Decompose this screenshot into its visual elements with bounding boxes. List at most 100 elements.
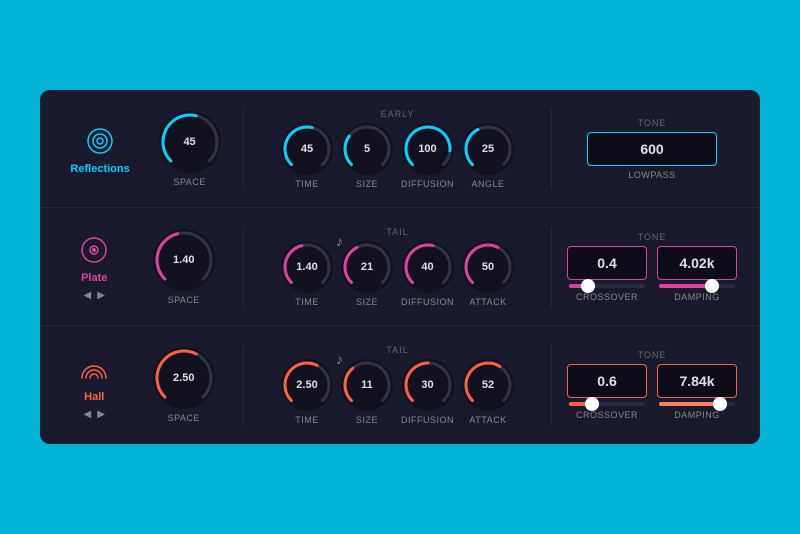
- slider-group-hall-0[interactable]: [567, 402, 647, 406]
- knob-label-reflections-time: Time: [295, 179, 319, 189]
- preset-label-hall: Hall: [84, 391, 104, 403]
- knob-plate-size[interactable]: 21: [341, 241, 393, 293]
- mid-panel-hall: TAIL♪ 2.50Time 11Size 30Diffusion 52Atta…: [243, 345, 552, 425]
- knob-container-hall-2: 30 Diffusion: [401, 359, 454, 425]
- tone-box-hall-1[interactable]: 7.84k: [657, 364, 737, 398]
- tone-box-hall-0[interactable]: 0.6: [567, 364, 647, 398]
- knob-hall-size[interactable]: 11: [341, 359, 393, 411]
- knob-label-plate-size: Size: [356, 297, 378, 307]
- knob-reflections-size[interactable]: 5: [341, 123, 393, 175]
- knob-value-reflections-angle: 25: [482, 143, 494, 155]
- knob-value-reflections-diffusion: 100: [418, 143, 436, 155]
- knob-group-hall-attack: 52 Attack: [462, 359, 514, 425]
- knob-group-plate-size: 21 Size: [341, 241, 393, 307]
- knob-value-plate-attack: 50: [482, 261, 494, 273]
- tone-box-reflections-0[interactable]: 600: [587, 132, 717, 166]
- mid-panel-reflections: EARLY 45 Time 5 Size 100 Diffusion 25Angle: [243, 109, 552, 189]
- knob-plate-attack[interactable]: 50: [462, 241, 514, 293]
- knob-group-plate-attack: 50Attack: [462, 241, 514, 307]
- knob-label-hall-diffusion: Diffusion: [401, 415, 454, 425]
- knob-label-plate-diffusion: Diffusion: [401, 297, 454, 307]
- knob-container-hall-0: ♪ 2.50Time: [281, 359, 333, 425]
- hall-icon: [76, 351, 112, 387]
- plate-icon: [76, 232, 112, 268]
- tone-display-plate-0: 0.4 Crossover: [567, 246, 647, 302]
- preset-info-reflections: Reflections: [70, 123, 129, 175]
- tone-label-plate-0: Crossover: [576, 292, 638, 302]
- nav-arrows-hall: ◀▶: [84, 409, 105, 420]
- tone-section-label-plate: TONE: [638, 232, 667, 242]
- tone-box-plate-0[interactable]: 0.4: [567, 246, 647, 280]
- tone-displays-reflections: 600 Lowpass: [587, 132, 717, 180]
- preset-label-plate: Plate: [81, 272, 107, 284]
- row-hall: Hall◀▶ 2.50SpaceTAIL♪ 2.50Time 11Size 30…: [40, 326, 760, 444]
- knob-container-hall-3: 52 Attack: [462, 359, 514, 425]
- knob-hall-time[interactable]: 2.50: [281, 359, 333, 411]
- tone-box-plate-1[interactable]: 4.02k: [657, 246, 737, 280]
- knob-container-plate-2: 40 Diffusion: [401, 241, 454, 307]
- tone-section-label-hall: TONE: [638, 350, 667, 360]
- knob-label-hall-time: Time: [295, 415, 319, 425]
- left-panel-plate: Plate ◀ ▶ 1.40 Space: [48, 229, 243, 305]
- space-label-hall: Space: [168, 413, 200, 423]
- nav-left-hall[interactable]: ◀: [84, 409, 92, 420]
- knobs-row-hall: ♪ 2.50Time 11Size 30Diffusion 52Attack: [281, 359, 514, 425]
- knob-plate-diffusion[interactable]: 40: [402, 241, 454, 293]
- slider-thumb-plate-0: [581, 279, 595, 293]
- mid-panel-plate: TAIL♪ 1.40Time 21Size 40Diffusion 50Atta…: [243, 227, 552, 307]
- knob-hall-attack[interactable]: 52: [462, 359, 514, 411]
- nav-right-plate[interactable]: ▶: [97, 290, 105, 301]
- preset-info-plate: Plate ◀ ▶: [76, 232, 112, 301]
- slider-group-hall-1[interactable]: [657, 402, 737, 406]
- space-value-plate: 1.40: [173, 254, 194, 266]
- knob-value-hall-attack: 52: [482, 379, 494, 391]
- preset-label-reflections: Reflections: [70, 163, 129, 175]
- knob-value-reflections-size: 5: [364, 143, 370, 155]
- knobs-row-plate: ♪ 1.40Time 21Size 40Diffusion 50Attack: [281, 241, 514, 307]
- plugin-container: Reflections 45SpaceEARLY 45Time 5Size 10…: [40, 90, 760, 444]
- knob-group-plate-time: 1.40 Time: [281, 241, 333, 307]
- knob-container-reflections-2: 100 Diffusion: [401, 123, 454, 189]
- knob-value-hall-size: 11: [361, 379, 373, 391]
- knob-hall-diffusion[interactable]: 30: [402, 359, 454, 411]
- preset-info-hall: Hall◀▶: [76, 351, 112, 420]
- knob-value-plate-time: 1.40: [296, 261, 317, 273]
- space-label-plate: Space: [168, 295, 200, 305]
- knob-container-plate-0: ♪ 1.40Time: [281, 241, 333, 307]
- knob-reflections-time[interactable]: 45: [281, 123, 333, 175]
- space-knob-plate[interactable]: 1.40: [153, 229, 215, 291]
- slider-thumb-plate-1: [705, 279, 719, 293]
- knob-reflections-diffusion[interactable]: 100: [402, 123, 454, 175]
- knob-group-reflections-angle: 25Angle: [462, 123, 514, 189]
- nav-right-hall[interactable]: ▶: [97, 409, 105, 420]
- knob-value-hall-time: 2.50: [296, 379, 317, 391]
- slider-group-plate-1[interactable]: [657, 284, 737, 288]
- knob-label-plate-time: Time: [295, 297, 319, 307]
- space-knob-group-reflections: 45Space: [159, 111, 221, 187]
- space-knob-group-plate: 1.40 Space: [153, 229, 215, 305]
- knob-plate-time[interactable]: 1.40: [281, 241, 333, 293]
- knob-label-hall-size: Size: [356, 415, 378, 425]
- left-panel-reflections: Reflections 45Space: [48, 111, 243, 187]
- space-knob-reflections[interactable]: 45: [159, 111, 221, 173]
- tone-display-hall-0: 0.6Crossover: [567, 364, 647, 420]
- knob-container-reflections-3: 25Angle: [462, 123, 514, 189]
- knob-value-plate-diffusion: 40: [421, 261, 433, 273]
- knob-label-hall-attack: Attack: [469, 415, 506, 425]
- knob-label-reflections-diffusion: Diffusion: [401, 179, 454, 189]
- knob-label-reflections-size: Size: [356, 179, 378, 189]
- slider-track-plate-0: [569, 284, 645, 288]
- section-label-reflections: EARLY: [381, 109, 415, 119]
- tone-label-reflections-0: Lowpass: [628, 170, 675, 180]
- tone-displays-hall: 0.6Crossover7.84kDamping: [567, 364, 737, 420]
- knob-reflections-angle[interactable]: 25: [462, 123, 514, 175]
- space-knob-hall[interactable]: 2.50: [153, 347, 215, 409]
- slider-track-hall-1: [659, 402, 735, 406]
- knob-group-reflections-diffusion: 100 Diffusion: [401, 123, 454, 189]
- slider-thumb-hall-0: [585, 397, 599, 411]
- right-panel-plate: TONE0.4Crossover4.02kDamping: [552, 232, 752, 302]
- slider-group-plate-0[interactable]: [567, 284, 647, 288]
- knob-group-reflections-size: 5 Size: [341, 123, 393, 189]
- nav-left-plate[interactable]: ◀: [84, 290, 92, 301]
- knob-group-plate-diffusion: 40 Diffusion: [401, 241, 454, 307]
